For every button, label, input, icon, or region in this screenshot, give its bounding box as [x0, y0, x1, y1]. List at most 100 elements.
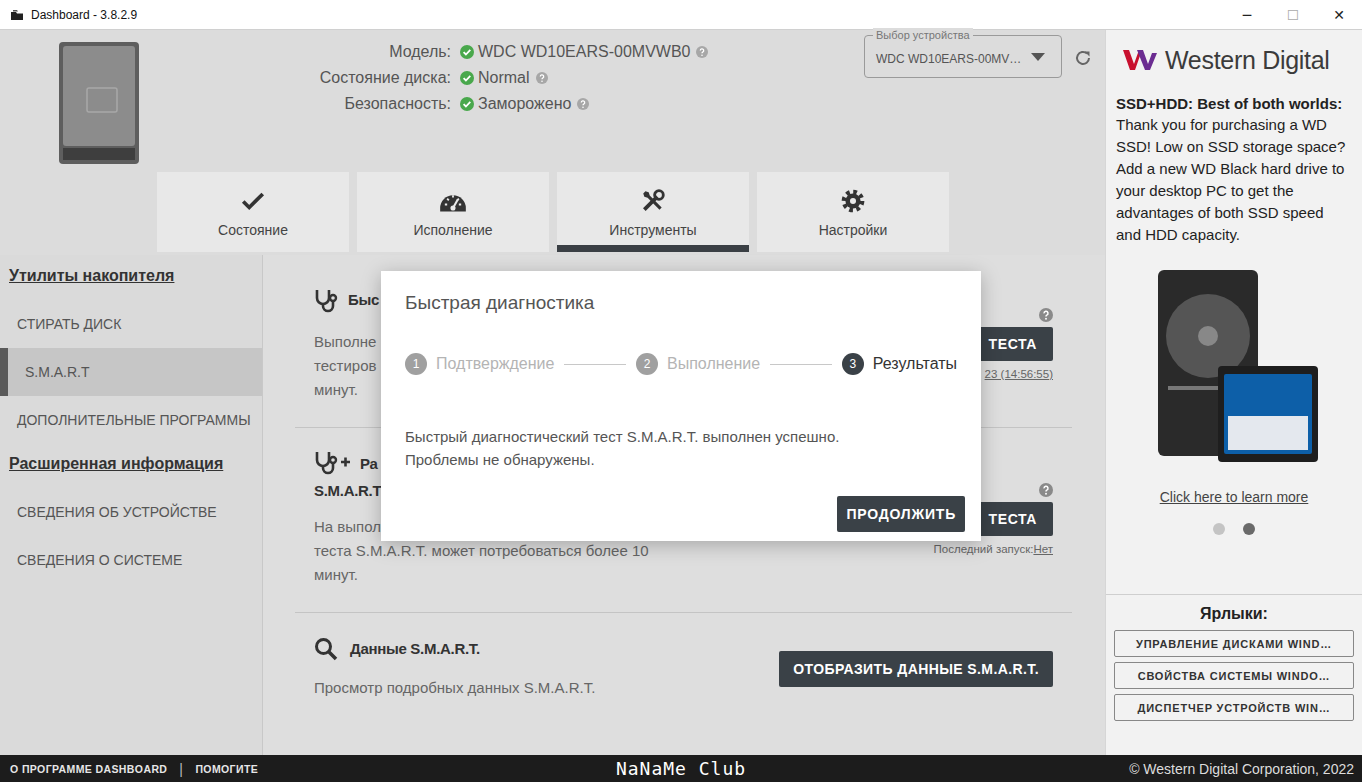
step-label: Результаты [873, 355, 957, 373]
step-number: 3 [842, 353, 864, 375]
status-link[interactable]: ПОМОГИТЕ [195, 763, 258, 775]
test-title-lines: Быс [348, 288, 379, 312]
step-number: 1 [405, 353, 427, 375]
smart-data-info: Данные S.M.A.R.T.Просмотр подробных данн… [314, 613, 779, 700]
dialog-actions: ПРОДОЛЖИТЬ [405, 496, 965, 532]
sidebar: Утилиты накопителя СТИРАТЬ ДИСКS.M.A.R.TД… [0, 255, 263, 755]
drive-info: Модель: WDC WD10EARS-00MVWB0 Состояние дис… [160, 30, 708, 172]
sidebar-heading[interactable]: Утилиты накопителя [0, 265, 262, 287]
wd-logo[interactable]: Western Digital [1116, 45, 1352, 75]
learn-more-link[interactable]: Click here to learn more [1116, 489, 1352, 505]
tab[interactable]: Настройки [757, 172, 949, 252]
drive-picture [0, 30, 160, 172]
stethoscope-icon [314, 450, 352, 476]
tab-label: Настройки [819, 222, 888, 238]
step-number: 2 [636, 353, 658, 375]
smart-data-section: Данные S.M.A.R.T.Просмотр подробных данн… [295, 613, 1072, 700]
dialog-message: Быстрый диагностический тест S.M.A.R.T. … [405, 425, 965, 471]
sidebar-item[interactable]: ДОПОЛНИТЕЛЬНЫЕ ПРОГРАММЫ [0, 396, 262, 444]
device-select-label: Выбор устройства [873, 28, 973, 42]
shortcut-button[interactable]: ДИСПЕТЧЕР УСТРОЙСТВ WIN… [1114, 694, 1354, 721]
window-control[interactable]: ☐ [1270, 7, 1316, 23]
info-label: Состояние диска: [160, 69, 460, 87]
carousel-dot[interactable] [1243, 523, 1255, 535]
tab-bar: Состояние Исполнение Инструменты Настройки [0, 172, 1105, 252]
smart-data-title-row: Данные S.M.A.R.T. [314, 637, 779, 661]
step: 3 Результаты [842, 353, 957, 375]
tab-label: Инструменты [609, 222, 696, 238]
sidebar-item[interactable]: СВЕДЕНИЯ О СИСТЕМЕ [0, 536, 262, 584]
app-icon [10, 8, 24, 22]
ad-image[interactable] [1116, 266, 1352, 471]
info-value-text: WDC WD10EARS-00MVWB0 [478, 43, 690, 61]
info-value-text: Normal [478, 69, 530, 87]
step: 2Выполнение [636, 353, 760, 375]
device-select-value: WDC WD10EARS-00MV… [876, 48, 1025, 66]
tab[interactable]: Исполнение [357, 172, 549, 252]
show-smart-data-button[interactable]: ОТОБРАЗИТЬ ДАННЫЕ S.M.A.R.T. [779, 651, 1053, 687]
continue-button[interactable]: ПРОДОЛЖИТЬ [837, 496, 965, 532]
help-icon[interactable] [1039, 308, 1053, 322]
tab[interactable]: Состояние [157, 172, 349, 252]
step-connector [564, 364, 626, 365]
window-control[interactable]: ✕ [1316, 7, 1362, 23]
quick-diagnostics-dialog: Быстрая диагностика1Подтверждение2Выполн… [381, 271, 981, 541]
info-value-text: Заморожено [478, 95, 571, 113]
help-icon[interactable] [536, 72, 548, 84]
shortcuts: Ярлыки:УПРАВЛЕНИЕ ДИСКАМИ WIND…СВОЙСТВА … [1106, 594, 1362, 755]
wd-logo-text: Western Digital [1165, 46, 1330, 75]
tab[interactable]: Инструменты [557, 172, 749, 252]
sidebar-item[interactable]: СВЕДЕНИЯ ОБ УСТРОЙСТВЕ [0, 488, 262, 536]
last-run: Последний запуск:Нет [934, 543, 1053, 555]
shortcut-button[interactable]: СВОЙСТВА СИСТЕМЫ WINDO… [1114, 662, 1354, 689]
message-line: Проблемы не обнаружены. [405, 448, 965, 471]
status-separator: | [179, 761, 183, 777]
help-icon[interactable] [1039, 483, 1053, 497]
info-value: Заморожено [460, 95, 708, 113]
description-line: теста S.M.A.R.T. может потребоваться бол… [314, 539, 933, 563]
window-controls: ─☐✕ [1224, 7, 1362, 23]
check-circle-icon [460, 45, 474, 59]
carousel-dot[interactable] [1213, 523, 1225, 535]
sidebar-item[interactable]: СТИРАТЬ ДИСК [0, 300, 262, 348]
sidebar-item[interactable]: S.M.A.R.T [0, 348, 262, 396]
last-run-label: Последний запуск: [934, 543, 1034, 555]
check-circle-icon [460, 97, 474, 111]
status-link[interactable]: О ПРОГРАММЕ DASHBOARD [10, 763, 167, 775]
help-icon[interactable] [696, 46, 708, 58]
last-run-value[interactable]: Нет [1033, 543, 1053, 555]
wd-logo-icon [1123, 48, 1157, 72]
last-run: 23 (14:56:55) [985, 368, 1053, 380]
stethoscope-icon [314, 288, 340, 314]
title-bar: Dashboard - 3.8.2.9 ─☐✕ [0, 0, 1362, 30]
gear-icon [840, 188, 866, 214]
dashboard-window: Dashboard - 3.8.2.9 ─☐✕ Модель: WDC WD10EAR… [0, 0, 1362, 782]
tools-icon [640, 188, 666, 214]
step: 1Подтверждение [405, 353, 554, 375]
window-title: Dashboard - 3.8.2.9 [31, 8, 137, 22]
status-links: О ПРОГРАММЕ DASHBOARD | ПОМОГИТЕ [0, 761, 616, 777]
sidebar-section: Расширенная информация СВЕДЕНИЯ ОБ УСТРОЙ… [0, 453, 262, 584]
test-title-text: S.M.A.R.T [314, 477, 381, 504]
chevron-down-icon [1031, 53, 1045, 61]
test-title-text: Ра [360, 450, 381, 477]
last-run-value[interactable]: 23 (14:56:55) [985, 368, 1053, 380]
shortcut-button[interactable]: УПРАВЛЕНИЕ ДИСКАМИ WIND… [1114, 630, 1354, 657]
info-label: Модель: [160, 43, 460, 61]
window-control[interactable]: ─ [1224, 7, 1270, 23]
ad-text: Thank you for purchasing a WD SSD! Low o… [1116, 114, 1352, 246]
device-selector-group: Выбор устройства WDC WD10EARS-00MV… [864, 30, 1093, 172]
device-select[interactable]: Выбор устройстваWDC WD10EARS-00MV… [864, 35, 1062, 78]
refresh-icon[interactable] [1073, 48, 1093, 68]
carousel-dots [1116, 523, 1352, 535]
help-icon[interactable] [577, 98, 589, 110]
tab-label: Исполнение [413, 222, 492, 238]
description-line: минут. [314, 563, 933, 587]
info-value: WDC WD10EARS-00MVWB0 [460, 43, 708, 61]
header: Модель: WDC WD10EARS-00MVWB0 Состояние дис… [0, 30, 1105, 255]
status-bar: О ПРОГРАММЕ DASHBOARD|ПОМОГИТЕNaNaMe Clu… [0, 755, 1362, 782]
step-connector [770, 364, 832, 365]
sidebar-heading[interactable]: Расширенная информация [0, 453, 262, 475]
copyright: © Western Digital Corporation, 2022 [1129, 761, 1362, 777]
info-label: Безопасность: [160, 95, 460, 113]
